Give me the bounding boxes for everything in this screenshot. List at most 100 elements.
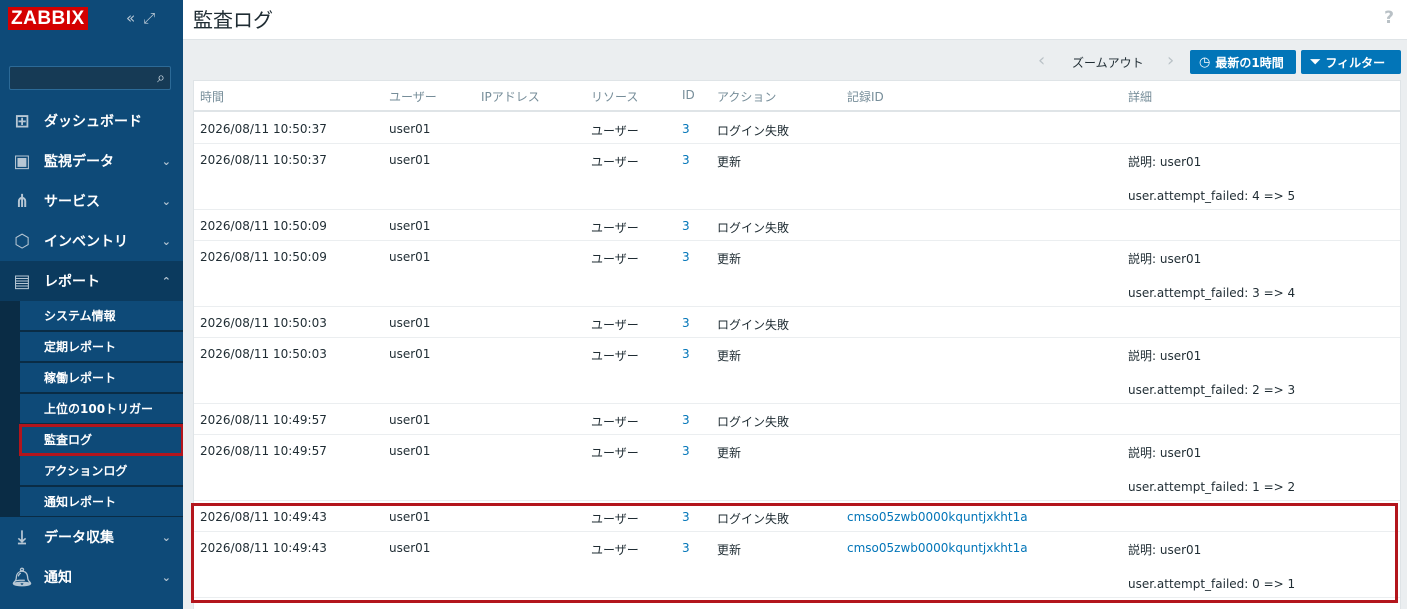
cell-resource: ユーザー (591, 512, 639, 526)
cell-id[interactable]: 3 (682, 347, 690, 361)
menu-item-label: データ収集 (44, 530, 114, 546)
cell-details: user.attempt_failed: 0 => 1 (1128, 577, 1296, 591)
menu-item-inventory[interactable]: ⬡ インベントリ ⌄ (0, 221, 183, 261)
submenu-item-audit-log[interactable]: 監査ログ (19, 424, 183, 456)
column-header-ip[interactable]: IPアドレス (481, 88, 540, 105)
cell-id[interactable]: 3 (682, 219, 690, 233)
services-icon: ⋔ (14, 190, 30, 212)
cell-action: ログイン失敗 (717, 221, 790, 235)
menu-item-services[interactable]: ⋔ サービス ⌄ (0, 181, 183, 221)
cell-user: user01 (389, 153, 431, 167)
kiosk-mode-icon[interactable]: ⤢ (143, 9, 155, 27)
data-collection-icon: ⤓ (18, 526, 26, 548)
cell-id[interactable]: 3 (682, 250, 690, 264)
cell-action: ログイン失敗 (717, 318, 790, 332)
cell-time: 2026/08/11 10:50:09 (200, 250, 327, 264)
chevron-down-icon: ⌄ (161, 234, 171, 248)
cell-user: user01 (389, 316, 431, 330)
cell-time: 2026/08/11 10:49:57 (200, 444, 327, 458)
cell-id[interactable]: 3 (682, 153, 690, 167)
table-row: 2026/08/11 10:49:57 user01 ユーザー 3 ログイン失敗 (194, 404, 1400, 435)
cell-id[interactable]: 3 (682, 122, 690, 136)
cell-resource: ユーザー (591, 221, 639, 235)
chevron-down-icon: ⌄ (161, 154, 171, 168)
time-range-button[interactable]: ◷ 最新の1時間 (1190, 50, 1296, 74)
cell-action: 更新 (717, 155, 742, 169)
menu-item-label: インベントリ (44, 234, 128, 250)
chevron-right-icon[interactable]: › (1167, 50, 1174, 74)
dashboard-icon: ⊞ (14, 110, 30, 132)
reports-submenu: システム情報 定期レポート 稼働レポート 上位の100トリガー 監査ログ アクシ… (0, 301, 183, 517)
chevron-down-icon: ⌄ (161, 570, 171, 584)
cell-id[interactable]: 3 (682, 316, 690, 330)
cell-time: 2026/08/11 10:49:43 (200, 541, 327, 555)
cell-resource: ユーザー (591, 543, 639, 557)
cell-user: user01 (389, 122, 431, 136)
cell-id[interactable]: 3 (682, 413, 690, 427)
table-row: 2026/08/11 10:50:09 user01 ユーザー 3 ログイン失敗 (194, 210, 1400, 241)
menu-item-monitoring[interactable]: ▣ 監視データ ⌄ (0, 141, 183, 181)
cell-time: 2026/08/11 10:50:37 (200, 153, 327, 167)
menu-item-data-collection[interactable]: ⤓ データ収集 ⌄ (0, 517, 183, 557)
cell-user: user01 (389, 541, 431, 555)
cell-id[interactable]: 3 (682, 510, 690, 524)
column-header-time[interactable]: 時間 (200, 88, 224, 105)
submenu-item-top-100-triggers[interactable]: 上位の100トリガー (20, 394, 183, 424)
cell-id[interactable]: 3 (682, 541, 690, 555)
cell-details: 説明: user01 (1128, 349, 1202, 363)
chevron-left-icon[interactable]: ‹ (1038, 50, 1045, 74)
cell-details: 説明: user01 (1128, 155, 1202, 169)
cell-record-id[interactable]: cmso05zwb0000kquntjxkht1a (847, 510, 1028, 524)
zabbix-logo[interactable]: ZABBIX (8, 7, 88, 30)
cell-record-id[interactable]: cmso05zwb0000kquntjxkht1a (847, 541, 1028, 555)
submenu-item-availability-report[interactable]: 稼働レポート (20, 363, 183, 393)
cell-user: user01 (389, 510, 431, 524)
page-header: 監査ログ ? (183, 0, 1407, 40)
table-row: 2026/08/11 10:49:43 user01 ユーザー 3 更新 cmso05zw… (194, 532, 1400, 598)
search-icon[interactable]: ⌕ (157, 70, 165, 86)
menu-item-label: ダッシュボード (44, 114, 142, 130)
zoom-out-button[interactable]: ズームアウト (1072, 54, 1144, 71)
cell-action: ログイン失敗 (717, 512, 790, 526)
menu-item-label: 通知 (44, 570, 72, 586)
cell-resource: ユーザー (591, 124, 639, 138)
cell-action: ログイン失敗 (717, 415, 790, 429)
inventory-icon: ⬡ (14, 230, 30, 252)
cell-details: 説明: user01 (1128, 543, 1202, 557)
submenu-item-scheduled-reports[interactable]: 定期レポート (20, 332, 183, 362)
collapse-sidebar-icon[interactable]: « (126, 9, 135, 27)
filter-icon: ⏷ (1310, 54, 1321, 70)
cell-details: user.attempt_failed: 3 => 4 (1128, 286, 1296, 300)
column-header-resource[interactable]: リソース (591, 88, 638, 105)
cell-user: user01 (389, 444, 431, 458)
help-icon[interactable]: ? (1384, 8, 1394, 28)
menu-item-alerts[interactable]: 🔔︎ 通知 ⌄ (0, 557, 183, 597)
column-header-record-id[interactable]: 記録ID (847, 88, 884, 105)
submenu-item-notifications[interactable]: 通知レポート (20, 487, 183, 517)
column-header-user[interactable]: ユーザー (389, 88, 437, 105)
column-header-action[interactable]: アクション (717, 88, 776, 105)
sidebar: ZABBIX « ⤢ ⌕ ⊞ ダッシュボード ▣ 監視データ ⌄ ⋔ サービス … (0, 0, 183, 609)
reports-icon: ▤ (13, 270, 31, 292)
cell-resource: ユーザー (591, 349, 639, 363)
cell-details: 説明: user01 (1128, 252, 1202, 266)
menu-item-label: サービス (44, 194, 100, 210)
table-row: 2026/08/11 10:50:03 user01 ユーザー 3 更新 説明: user… (194, 338, 1400, 404)
cell-id[interactable]: 3 (682, 444, 690, 458)
filter-button[interactable]: ⏷ フィルター (1301, 50, 1401, 74)
search-input[interactable]: ⌕ (9, 66, 171, 90)
cell-resource: ユーザー (591, 415, 639, 429)
table-row: 2026/08/11 10:50:37 user01 ユーザー 3 ログイン失敗 (194, 113, 1400, 144)
cell-time: 2026/08/11 10:50:03 (200, 316, 327, 330)
menu-item-reports[interactable]: ▤ レポート ⌃ (0, 261, 183, 301)
chevron-down-icon: ⌄ (161, 194, 171, 208)
column-header-details[interactable]: 詳細 (1128, 88, 1152, 105)
cell-user: user01 (389, 219, 431, 233)
submenu-item-system-info[interactable]: システム情報 (20, 301, 183, 331)
monitoring-icon: ▣ (13, 150, 31, 172)
column-header-id[interactable]: ID (682, 88, 695, 102)
menu-item-dashboard[interactable]: ⊞ ダッシュボード (0, 101, 183, 141)
submenu-item-action-log[interactable]: アクションログ (20, 456, 183, 486)
cell-action: 更新 (717, 349, 742, 363)
table-row: 2026/08/11 10:50:09 user01 ユーザー 3 更新 説明: user… (194, 241, 1400, 307)
